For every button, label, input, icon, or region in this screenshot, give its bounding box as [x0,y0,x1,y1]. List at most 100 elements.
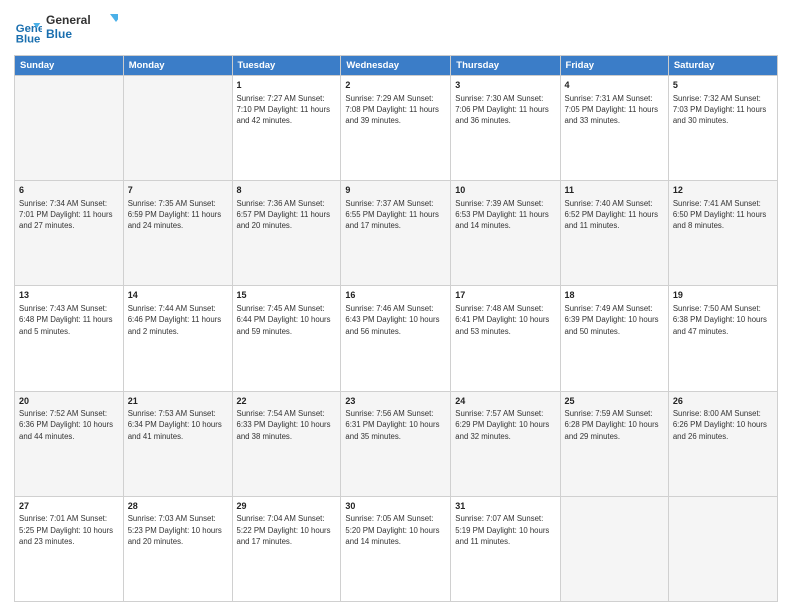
day-number: 17 [455,289,555,302]
week-row-3: 13Sunrise: 7:43 AM Sunset: 6:48 PM Dayli… [15,286,778,391]
day-cell: 28Sunrise: 7:03 AM Sunset: 5:23 PM Dayli… [123,496,232,601]
day-cell: 18Sunrise: 7:49 AM Sunset: 6:39 PM Dayli… [560,286,668,391]
col-thursday: Thursday [451,56,560,76]
col-wednesday: Wednesday [341,56,451,76]
day-cell: 31Sunrise: 7:07 AM Sunset: 5:19 PM Dayli… [451,496,560,601]
day-cell: 17Sunrise: 7:48 AM Sunset: 6:41 PM Dayli… [451,286,560,391]
day-number: 16 [345,289,446,302]
day-info: Sunrise: 7:27 AM Sunset: 7:10 PM Dayligh… [237,93,337,127]
day-info: Sunrise: 7:32 AM Sunset: 7:03 PM Dayligh… [673,93,773,127]
day-info: Sunrise: 7:04 AM Sunset: 5:22 PM Dayligh… [237,513,337,547]
day-info: Sunrise: 7:43 AM Sunset: 6:48 PM Dayligh… [19,303,119,337]
week-row-5: 27Sunrise: 7:01 AM Sunset: 5:25 PM Dayli… [15,496,778,601]
day-cell: 11Sunrise: 7:40 AM Sunset: 6:52 PM Dayli… [560,181,668,286]
day-number: 2 [345,79,446,92]
col-saturday: Saturday [668,56,777,76]
day-number: 29 [237,500,337,513]
day-cell: 27Sunrise: 7:01 AM Sunset: 5:25 PM Dayli… [15,496,124,601]
week-row-2: 6Sunrise: 7:34 AM Sunset: 7:01 PM Daylig… [15,181,778,286]
day-info: Sunrise: 7:45 AM Sunset: 6:44 PM Dayligh… [237,303,337,337]
day-cell: 23Sunrise: 7:56 AM Sunset: 6:31 PM Dayli… [341,391,451,496]
day-number: 19 [673,289,773,302]
day-cell: 2Sunrise: 7:29 AM Sunset: 7:08 PM Daylig… [341,76,451,181]
day-info: Sunrise: 7:34 AM Sunset: 7:01 PM Dayligh… [19,198,119,232]
day-info: Sunrise: 7:36 AM Sunset: 6:57 PM Dayligh… [237,198,337,232]
week-row-1: 1Sunrise: 7:27 AM Sunset: 7:10 PM Daylig… [15,76,778,181]
day-info: Sunrise: 7:44 AM Sunset: 6:46 PM Dayligh… [128,303,228,337]
day-info: Sunrise: 7:29 AM Sunset: 7:08 PM Dayligh… [345,93,446,127]
day-number: 24 [455,395,555,408]
day-info: Sunrise: 7:57 AM Sunset: 6:29 PM Dayligh… [455,408,555,442]
day-cell [668,496,777,601]
day-number: 25 [565,395,664,408]
day-number: 3 [455,79,555,92]
day-cell: 20Sunrise: 7:52 AM Sunset: 6:36 PM Dayli… [15,391,124,496]
day-cell: 6Sunrise: 7:34 AM Sunset: 7:01 PM Daylig… [15,181,124,286]
svg-text:Blue: Blue [46,27,72,41]
header: General Blue General Blue [14,10,778,49]
day-info: Sunrise: 7:50 AM Sunset: 6:38 PM Dayligh… [673,303,773,337]
day-number: 12 [673,184,773,197]
day-number: 15 [237,289,337,302]
day-cell: 14Sunrise: 7:44 AM Sunset: 6:46 PM Dayli… [123,286,232,391]
day-info: Sunrise: 7:53 AM Sunset: 6:34 PM Dayligh… [128,408,228,442]
day-cell: 30Sunrise: 7:05 AM Sunset: 5:20 PM Dayli… [341,496,451,601]
day-cell: 29Sunrise: 7:04 AM Sunset: 5:22 PM Dayli… [232,496,341,601]
day-info: Sunrise: 7:35 AM Sunset: 6:59 PM Dayligh… [128,198,228,232]
day-number: 28 [128,500,228,513]
day-number: 27 [19,500,119,513]
day-number: 5 [673,79,773,92]
day-number: 9 [345,184,446,197]
col-friday: Friday [560,56,668,76]
day-cell: 4Sunrise: 7:31 AM Sunset: 7:05 PM Daylig… [560,76,668,181]
day-info: Sunrise: 7:56 AM Sunset: 6:31 PM Dayligh… [345,408,446,442]
day-info: Sunrise: 7:31 AM Sunset: 7:05 PM Dayligh… [565,93,664,127]
day-cell: 10Sunrise: 7:39 AM Sunset: 6:53 PM Dayli… [451,181,560,286]
day-cell: 16Sunrise: 7:46 AM Sunset: 6:43 PM Dayli… [341,286,451,391]
day-cell [560,496,668,601]
day-info: Sunrise: 7:07 AM Sunset: 5:19 PM Dayligh… [455,513,555,547]
day-info: Sunrise: 7:46 AM Sunset: 6:43 PM Dayligh… [345,303,446,337]
svg-text:Blue: Blue [16,33,41,44]
day-number: 26 [673,395,773,408]
day-cell: 9Sunrise: 7:37 AM Sunset: 6:55 PM Daylig… [341,181,451,286]
day-number: 30 [345,500,446,513]
day-number: 6 [19,184,119,197]
day-number: 14 [128,289,228,302]
day-number: 21 [128,395,228,408]
day-cell: 21Sunrise: 7:53 AM Sunset: 6:34 PM Dayli… [123,391,232,496]
day-info: Sunrise: 7:40 AM Sunset: 6:52 PM Dayligh… [565,198,664,232]
day-number: 7 [128,184,228,197]
day-cell: 5Sunrise: 7:32 AM Sunset: 7:03 PM Daylig… [668,76,777,181]
day-cell [123,76,232,181]
col-sunday: Sunday [15,56,124,76]
day-number: 13 [19,289,119,302]
day-info: Sunrise: 7:48 AM Sunset: 6:41 PM Dayligh… [455,303,555,337]
day-info: Sunrise: 7:39 AM Sunset: 6:53 PM Dayligh… [455,198,555,232]
day-cell: 19Sunrise: 7:50 AM Sunset: 6:38 PM Dayli… [668,286,777,391]
day-number: 4 [565,79,664,92]
calendar-table: Sunday Monday Tuesday Wednesday Thursday… [14,55,778,602]
day-cell: 13Sunrise: 7:43 AM Sunset: 6:48 PM Dayli… [15,286,124,391]
day-cell: 8Sunrise: 7:36 AM Sunset: 6:57 PM Daylig… [232,181,341,286]
day-number: 31 [455,500,555,513]
day-info: Sunrise: 7:30 AM Sunset: 7:06 PM Dayligh… [455,93,555,127]
day-cell: 1Sunrise: 7:27 AM Sunset: 7:10 PM Daylig… [232,76,341,181]
day-info: Sunrise: 7:03 AM Sunset: 5:23 PM Dayligh… [128,513,228,547]
header-row: Sunday Monday Tuesday Wednesday Thursday… [15,56,778,76]
day-cell: 3Sunrise: 7:30 AM Sunset: 7:06 PM Daylig… [451,76,560,181]
week-row-4: 20Sunrise: 7:52 AM Sunset: 6:36 PM Dayli… [15,391,778,496]
day-cell: 24Sunrise: 7:57 AM Sunset: 6:29 PM Dayli… [451,391,560,496]
day-number: 18 [565,289,664,302]
day-info: Sunrise: 7:41 AM Sunset: 6:50 PM Dayligh… [673,198,773,232]
day-number: 23 [345,395,446,408]
col-monday: Monday [123,56,232,76]
logo-icon: General Blue [14,16,42,44]
logo: General Blue General Blue [14,10,118,49]
page: General Blue General Blue Sunday Monday … [0,0,792,612]
day-cell: 25Sunrise: 7:59 AM Sunset: 6:28 PM Dayli… [560,391,668,496]
logo-text: General Blue [46,10,118,49]
day-cell: 7Sunrise: 7:35 AM Sunset: 6:59 PM Daylig… [123,181,232,286]
day-info: Sunrise: 8:00 AM Sunset: 6:26 PM Dayligh… [673,408,773,442]
day-cell: 15Sunrise: 7:45 AM Sunset: 6:44 PM Dayli… [232,286,341,391]
